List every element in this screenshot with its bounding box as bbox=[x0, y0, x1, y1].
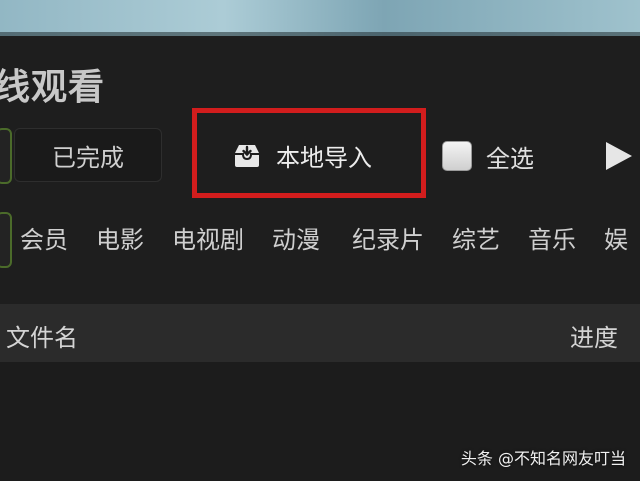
category-anime[interactable]: 动漫 bbox=[272, 220, 320, 260]
category-variety[interactable]: 综艺 bbox=[452, 220, 500, 260]
category-movie[interactable]: 电影 bbox=[96, 220, 144, 260]
column-file-name[interactable]: 文件名 bbox=[6, 318, 78, 353]
select-all-checkbox[interactable] bbox=[442, 141, 472, 171]
category-tv-series[interactable]: 电视剧 bbox=[172, 220, 244, 260]
watermark: 头条 @不知名网友叮当 bbox=[460, 449, 626, 468]
play-icon[interactable] bbox=[600, 138, 636, 174]
desktop-background bbox=[0, 0, 640, 36]
category-music[interactable]: 音乐 bbox=[528, 220, 576, 260]
column-progress[interactable]: 进度 bbox=[570, 318, 618, 353]
download-tray-icon bbox=[235, 145, 259, 167]
local-import-label: 本地导入 bbox=[276, 143, 372, 172]
category-entertainment[interactable]: 娱 bbox=[604, 220, 628, 260]
tab-partial-left[interactable] bbox=[0, 128, 12, 184]
tab-completed[interactable]: 已完成 bbox=[14, 128, 162, 182]
category-partial-left[interactable] bbox=[0, 212, 12, 268]
category-bar: 会员 电影 电视剧 动漫 纪录片 综艺 音乐 娱 bbox=[20, 220, 640, 260]
local-import-button[interactable]: 本地导入 bbox=[232, 134, 372, 176]
download-manager-window: 线观看 已完成 本地导入 全选 会员 电影 电视剧 动漫 纪录片 综艺 音乐 娱… bbox=[0, 36, 640, 481]
select-all-label: 全选 bbox=[486, 144, 534, 173]
select-all-control[interactable]: 全选 bbox=[442, 138, 534, 174]
page-title: 线观看 bbox=[0, 67, 106, 108]
file-list-header: 文件名 进度 bbox=[0, 304, 640, 362]
tab-completed-label: 已完成 bbox=[52, 143, 124, 172]
category-documentary[interactable]: 纪录片 bbox=[352, 220, 424, 260]
category-vip[interactable]: 会员 bbox=[20, 220, 68, 260]
